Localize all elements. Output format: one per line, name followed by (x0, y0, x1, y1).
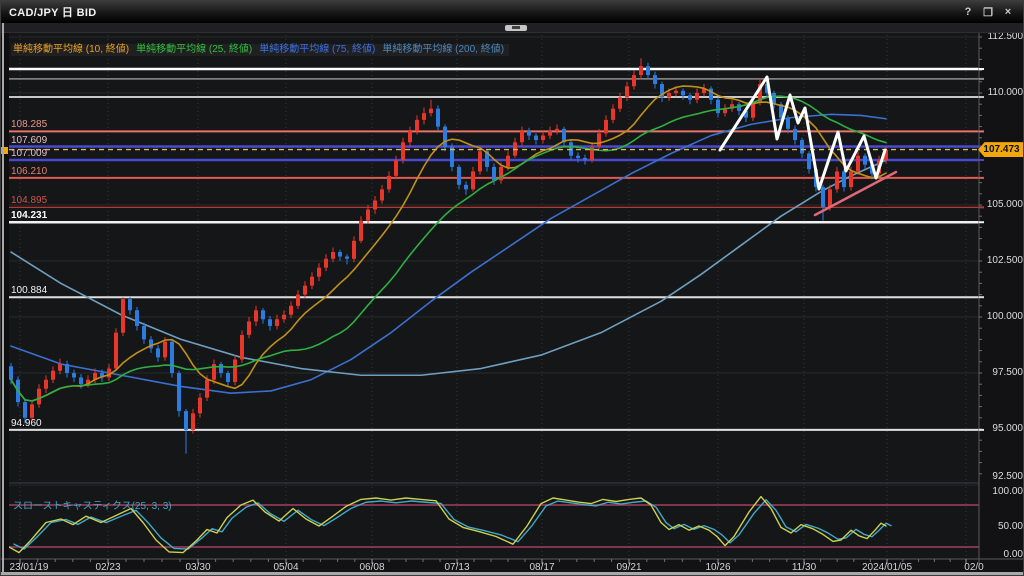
stoch-plot-bg (9, 485, 979, 559)
chart-canvas[interactable] (1, 1, 1024, 576)
maximize-button[interactable]: ❐ (981, 6, 995, 19)
chart-window: 単純移動平均線 (10, 終値)単純移動平均線 (25, 終値)単純移動平均線 … (0, 0, 1024, 576)
window-left-edge[interactable] (2, 23, 4, 572)
price-axis-bg (979, 31, 1024, 564)
window-bottom-edge[interactable] (1, 572, 1024, 575)
titlebar[interactable]: CAD/JPY 日 BID ? ❐ × (1, 1, 1023, 23)
toolbar-strip (1, 23, 1023, 33)
close-button[interactable]: × (1001, 6, 1015, 19)
window-title: CAD/JPY 日 BID (1, 4, 96, 20)
help-button[interactable]: ? (961, 6, 975, 19)
collapse-icon (512, 26, 520, 29)
toolbar-collapse-button[interactable] (505, 25, 527, 31)
